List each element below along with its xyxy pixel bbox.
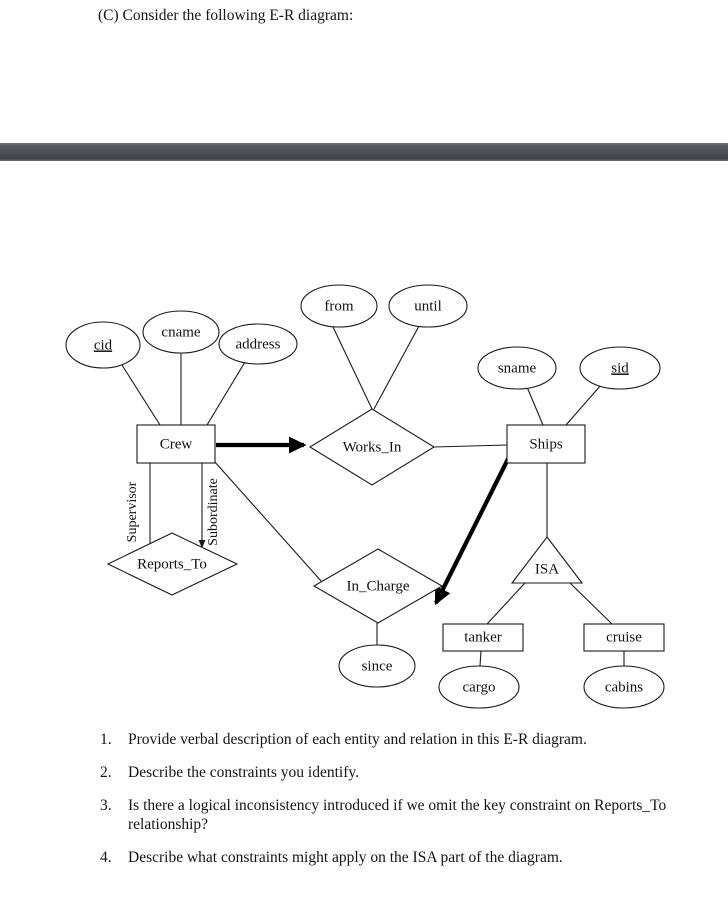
edge-from-worksin — [332, 326, 373, 410]
relationship-in-charge[interactable]: In_Charge — [312, 548, 444, 624]
edge-sname-ships — [526, 386, 544, 426]
question-text-2: Describe the constraints you identify. — [128, 764, 360, 781]
attribute-cid-label: cid — [94, 337, 113, 353]
attribute-sid[interactable]: sid — [579, 346, 661, 390]
attribute-cargo[interactable]: cargo — [438, 665, 520, 709]
question-item-2: 2. Describe the constraints you identify… — [98, 763, 698, 782]
entity-cruise-label: cruise — [606, 629, 642, 645]
document-page: (C) Consider the following E-R diagram: — [0, 0, 728, 920]
question-item-1: 1. Provide verbal description of each en… — [98, 730, 698, 749]
attribute-from[interactable]: from — [300, 284, 378, 328]
attribute-sname[interactable]: sname — [477, 346, 557, 390]
question-item-4: 4. Describe what constraints might apply… — [98, 848, 698, 867]
er-diagram: Crew Ships tanker cruise cid cname addre… — [65, 284, 665, 709]
attribute-address-label: address — [236, 336, 281, 352]
attribute-cargo-label: cargo — [462, 679, 495, 695]
role-label-supervisor: Supervisor — [125, 481, 140, 542]
attribute-sname-label: sname — [498, 360, 537, 376]
entity-tanker-label: tanker — [464, 629, 501, 645]
attribute-until-label: until — [414, 298, 442, 314]
relationship-reports-to-label: Reports_To — [137, 556, 207, 572]
edge-address-crew — [206, 361, 246, 426]
attribute-cname[interactable]: cname — [142, 310, 220, 354]
attribute-address[interactable]: address — [218, 323, 298, 365]
isa-label: ISA — [535, 561, 559, 577]
question-number-3: 3. — [100, 797, 112, 814]
question-number-4: 4. — [100, 849, 112, 866]
attribute-cname-label: cname — [161, 324, 200, 340]
edge-isa-tanker — [486, 582, 526, 625]
question-item-3: 3. Is there a logical inconsistency intr… — [98, 796, 698, 834]
entity-tanker[interactable]: tanker — [442, 623, 524, 652]
edge-cid-crew — [121, 364, 161, 426]
attribute-cabins-label: cabins — [605, 679, 643, 695]
question-number-2: 2. — [100, 764, 112, 781]
edge-worksin-ships — [433, 444, 508, 448]
attribute-since[interactable]: since — [338, 644, 416, 688]
edge-tanker-cargo — [479, 650, 482, 667]
edge-isa-cruise — [569, 582, 613, 625]
prompt-text: (C) Consider the following E-R diagram: — [98, 7, 354, 24]
section-divider-bar — [0, 143, 728, 161]
relationship-works-in-label: Works_In — [343, 439, 402, 455]
question-list: 1. Provide verbal description of each en… — [98, 730, 698, 881]
question-text-1: Provide verbal description of each entit… — [128, 731, 587, 748]
entity-ships[interactable]: Ships — [506, 424, 586, 464]
attribute-cid[interactable]: cid — [65, 321, 141, 369]
question-text-3: Is there a logical inconsistency introdu… — [128, 797, 667, 833]
edge-ships-incharge-key-arrow — [434, 450, 514, 606]
question-number-1: 1. — [100, 731, 112, 748]
role-label-subordinate: Subordinate — [206, 478, 221, 546]
entity-crew-label: Crew — [160, 436, 193, 452]
entity-ships-label: Ships — [529, 436, 563, 452]
question-text-4: Describe what constraints might apply on… — [128, 849, 563, 866]
attribute-until[interactable]: until — [388, 284, 468, 328]
edge-sid-ships — [565, 384, 602, 426]
attribute-sid-label: sid — [611, 360, 629, 376]
edge-until-worksin — [373, 325, 420, 410]
relationship-in-charge-label: In_Charge — [346, 578, 409, 594]
entity-cruise[interactable]: cruise — [583, 623, 665, 652]
relationship-works-in[interactable]: Works_In — [308, 408, 436, 486]
attribute-cabins[interactable]: cabins — [583, 665, 665, 709]
attribute-since-label: since — [362, 658, 393, 674]
isa-hierarchy[interactable]: ISA — [510, 536, 584, 584]
entity-crew[interactable]: Crew — [136, 424, 216, 464]
attribute-from-label: from — [324, 298, 353, 314]
